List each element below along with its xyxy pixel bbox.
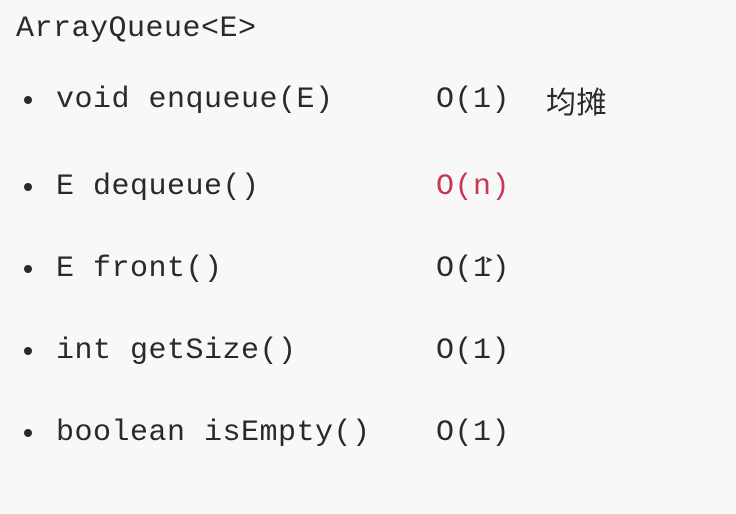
- bullet-icon: [24, 429, 32, 437]
- method-complexity: O(1): [436, 83, 546, 117]
- method-note: 均摊: [546, 78, 607, 122]
- method-row: void enqueue(E) O(1) 均摊: [16, 78, 720, 122]
- method-signature: E dequeue(): [56, 170, 436, 204]
- method-row: E dequeue() O(n): [16, 170, 720, 204]
- class-title: ArrayQueue<E>: [16, 12, 720, 46]
- method-complexity: O(1): [436, 334, 546, 368]
- bullet-icon: [24, 96, 32, 104]
- method-signature: void enqueue(E): [56, 83, 436, 117]
- method-complexity: O(1): [436, 252, 546, 286]
- method-row: boolean isEmpty() O(1): [16, 416, 720, 450]
- bullet-icon: [24, 183, 32, 191]
- bullet-icon: [24, 347, 32, 355]
- method-signature: boolean isEmpty(): [56, 416, 436, 450]
- method-complexity: O(1): [436, 416, 546, 450]
- method-signature: int getSize(): [56, 334, 436, 368]
- method-list: void enqueue(E) O(1) 均摊 E dequeue() O(n)…: [16, 78, 720, 450]
- bullet-icon: [24, 265, 32, 273]
- method-row: int getSize() O(1): [16, 334, 720, 368]
- method-complexity: O(n): [436, 170, 546, 204]
- method-signature: E front(): [56, 252, 436, 286]
- method-row: E front() O(1): [16, 252, 720, 286]
